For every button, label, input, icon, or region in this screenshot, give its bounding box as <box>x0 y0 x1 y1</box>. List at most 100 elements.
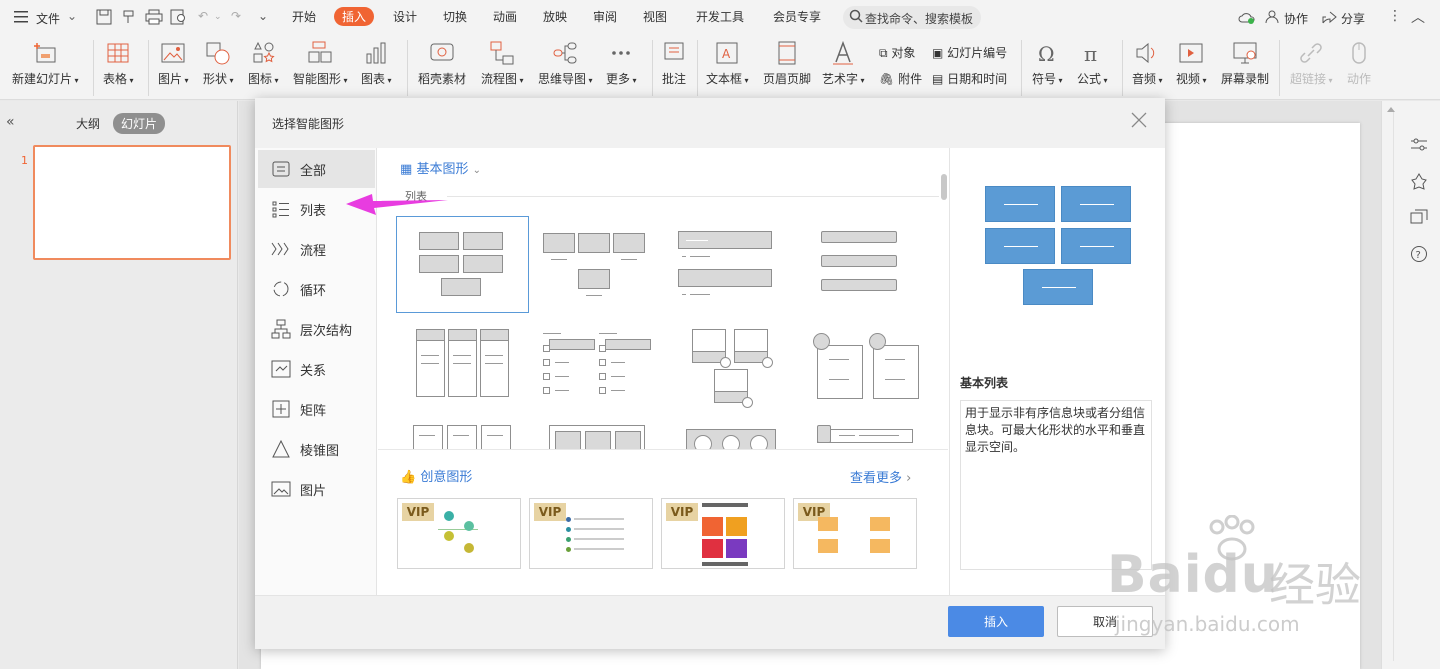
help-icon[interactable]: ? <box>1410 245 1428 266</box>
mindmap-button[interactable]: 思维导图 ▾ <box>538 40 593 87</box>
picture-icon <box>161 43 185 63</box>
smartart-circle-picture-list[interactable] <box>663 420 796 449</box>
smartart-grouped-list[interactable] <box>396 420 529 449</box>
creative-template-4[interactable]: VIP <box>793 498 917 569</box>
screen-record-button[interactable]: 屏幕录制 <box>1221 40 1269 87</box>
video-button[interactable]: 视频 ▾ <box>1176 40 1207 87</box>
picture-button[interactable]: 图片 ▾ <box>158 40 189 87</box>
tab-design[interactable]: 设计 <box>393 8 417 25</box>
docer-button[interactable]: 稻壳素材 <box>418 40 466 87</box>
properties-icon[interactable] <box>1410 137 1428 156</box>
tab-transition[interactable]: 切换 <box>443 8 467 25</box>
insert-button[interactable]: 插入 <box>948 606 1044 637</box>
pin-icon[interactable] <box>1410 173 1428 194</box>
shape-button[interactable]: 形状 ▾ <box>203 40 234 87</box>
chevron-down-icon[interactable]: ⌄ <box>67 9 77 23</box>
undo-dropdown-icon[interactable]: ⌄ <box>214 12 222 22</box>
slide-switch-icon[interactable] <box>1410 209 1428 230</box>
format-painter-icon[interactable] <box>121 9 137 28</box>
print-preview-icon[interactable] <box>170 9 188 28</box>
icon-button[interactable]: 图标 ▾ <box>248 40 279 87</box>
attachment-button[interactable]: 🖇 附件 <box>879 70 922 87</box>
tab-review[interactable]: 审阅 <box>593 8 617 25</box>
see-more-link[interactable]: 查看更多 › <box>850 467 911 486</box>
collapse-panel-icon[interactable]: « <box>6 114 15 130</box>
collab-button[interactable]: 协作 <box>1284 10 1308 27</box>
tab-insert[interactable]: 插入 <box>334 7 375 26</box>
smartart-picture-caption-list[interactable] <box>663 324 796 421</box>
category-matrix[interactable]: 矩阵 <box>258 390 375 428</box>
preview-title: 基本列表 <box>960 376 1009 390</box>
new-slide-button[interactable]: 新建幻灯片 ▾ <box>12 40 79 87</box>
more-button[interactable]: 更多 ▾ <box>606 40 637 87</box>
smartart-basic-list[interactable] <box>396 216 529 313</box>
flowchart-button[interactable]: 流程图 ▾ <box>481 40 524 87</box>
object-button[interactable]: ⧉ 对象 <box>879 44 915 61</box>
formula-button[interactable]: π 公式 ▾ <box>1077 40 1108 87</box>
tab-outline[interactable]: 大纲 <box>76 115 100 132</box>
save-icon[interactable] <box>96 9 112 28</box>
hamburger-icon[interactable] <box>14 10 30 24</box>
smartart-horizontal-list[interactable] <box>528 216 661 313</box>
shape-gallery: ▦ 基本图形 ⌄ 列表 <box>378 148 948 449</box>
scroll-up-arrow-icon[interactable] <box>1387 107 1395 112</box>
gallery-scrollbar[interactable] <box>941 174 947 200</box>
share-icon[interactable] <box>1322 10 1338 27</box>
tab-member[interactable]: 会员专享 <box>773 8 821 25</box>
creative-template-2[interactable]: VIP <box>529 498 653 569</box>
tab-developer[interactable]: 开发工具 <box>696 8 744 25</box>
collapse-ribbon-icon[interactable]: ︿ <box>1411 7 1425 27</box>
tab-slideshow[interactable]: 放映 <box>543 8 567 25</box>
audio-button[interactable]: 音频 ▾ <box>1132 40 1163 87</box>
search-box[interactable]: 查找命令、搜索模板 <box>843 6 981 29</box>
slide-number-button[interactable]: ▣ 幻灯片编号 <box>932 44 1007 61</box>
close-icon[interactable] <box>1131 112 1147 131</box>
category-process[interactable]: 流程 <box>258 230 375 268</box>
comment-button[interactable]: 批注 <box>661 40 687 87</box>
undo-icon[interactable]: ↶ <box>198 9 208 23</box>
redo-icon[interactable]: ↷ <box>231 9 241 23</box>
category-all[interactable]: 全部 <box>258 150 375 188</box>
tab-animation[interactable]: 动画 <box>493 8 517 25</box>
smartart-circle-tab-list[interactable] <box>798 324 931 421</box>
smartart-tab-list[interactable] <box>798 420 931 449</box>
action-button[interactable]: 动作 <box>1346 40 1372 87</box>
chart-label: 图表 <box>361 72 386 86</box>
smartart-stacked-list[interactable] <box>663 216 796 313</box>
category-cycle[interactable]: 循环 <box>258 270 375 308</box>
smartart-checkbox-list[interactable] <box>528 324 661 421</box>
smartart-vertical-box-list[interactable] <box>396 324 529 421</box>
tab-view[interactable]: 视图 <box>643 8 667 25</box>
video-label: 视频 <box>1176 72 1201 86</box>
creative-template-1[interactable]: VIP <box>397 498 521 569</box>
pi-icon: π <box>1084 42 1097 66</box>
creative-template-3[interactable]: VIP <box>661 498 785 569</box>
hyperlink-button[interactable]: 超链接 ▾ <box>1290 40 1333 87</box>
wordart-button[interactable]: 艺术字 ▾ <box>822 40 865 87</box>
datetime-button[interactable]: ▤ 日期和时间 <box>932 70 1007 87</box>
tab-home[interactable]: 开始 <box>292 8 316 25</box>
category-pyramid[interactable]: 棱锥图 <box>258 430 375 468</box>
table-button[interactable]: 表格 ▾ <box>103 40 134 87</box>
cloud-sync-icon[interactable] <box>1238 10 1256 29</box>
file-menu[interactable]: 文件 <box>36 10 60 27</box>
category-hierarchy[interactable]: 层次结构 <box>258 310 375 348</box>
slide-thumbnail[interactable] <box>33 145 231 260</box>
more-options-icon[interactable]: ⋮ <box>1388 8 1402 24</box>
tab-slides[interactable]: 幻灯片 <box>113 113 166 134</box>
quick-access-dropdown-icon[interactable]: ⌄ <box>258 9 268 23</box>
category-picture[interactable]: 图片 <box>258 470 375 508</box>
chart-button[interactable]: 图表 ▾ <box>361 40 392 87</box>
category-relation[interactable]: 关系 <box>258 350 375 388</box>
smartart-table-list[interactable] <box>528 420 661 449</box>
header-footer-button[interactable]: 页眉页脚 <box>763 40 811 87</box>
textbox-button[interactable]: A 文本框 ▾ <box>706 40 749 87</box>
symbol-button[interactable]: Ω 符号 ▾ <box>1032 40 1063 87</box>
collab-icon[interactable] <box>1265 10 1279 27</box>
paperclip-icon: 🖇 <box>879 72 895 86</box>
smartart-bracket-list[interactable] <box>798 216 931 313</box>
share-button[interactable]: 分享 <box>1341 10 1365 27</box>
smart-art-button[interactable]: 智能图形 ▾ <box>293 40 348 87</box>
print-icon[interactable] <box>145 9 163 28</box>
basic-shapes-dropdown[interactable]: ▦ 基本图形 ⌄ <box>400 158 481 177</box>
